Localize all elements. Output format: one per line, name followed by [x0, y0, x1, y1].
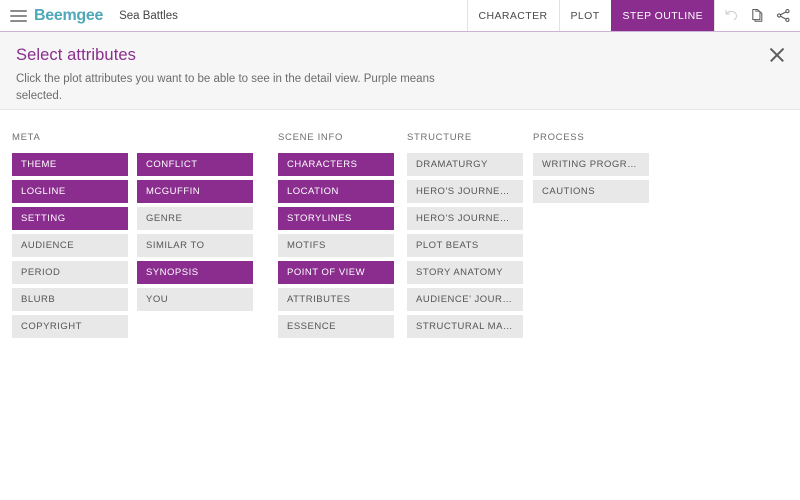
group-columns-meta: THEME LOGLINE SETTING AUDIENCE PERIOD BL… [12, 153, 253, 338]
meta-column-2: CONFLICT MCGUFFIN GENRE SIMILAR TO SYNOP… [137, 153, 253, 338]
attribute-point-of-view[interactable]: POINT OF VIEW [278, 261, 394, 284]
group-columns-scene-info: CHARACTERS LOCATION STORYLINES MOTIFS PO… [278, 153, 394, 338]
group-title-scene-info: SCENE INFO [278, 132, 344, 143]
hamburger-bar [9, 9, 27, 12]
attribute-characters[interactable]: CHARACTERS [278, 153, 394, 176]
attribute-heros-journey-new[interactable]: HERO'S JOURNEY (NEW) [407, 180, 523, 203]
attribute-storylines[interactable]: STORYLINES [278, 207, 394, 230]
attribute-cautions[interactable]: CAUTIONS [533, 180, 649, 203]
top-bar: Beemgee Sea Battles CHARACTER PLOT STEP … [0, 0, 800, 32]
attribute-genre[interactable]: GENRE [137, 207, 253, 230]
scene-info-column-1: CHARACTERS LOCATION STORYLINES MOTIFS PO… [278, 153, 394, 338]
hamburger-menu-icon[interactable] [0, 0, 34, 31]
attribute-structural-markers[interactable]: STRUCTURAL MARKERS [407, 315, 523, 338]
attribute-story-anatomy[interactable]: STORY ANATOMY [407, 261, 523, 284]
undo-icon[interactable] [723, 7, 740, 24]
hamburger-bar [9, 19, 27, 22]
page-title: Select attributes [16, 46, 137, 64]
structure-column-1: DRAMATURGY HERO'S JOURNEY (NEW) HERO'S J… [407, 153, 523, 338]
group-columns-structure: DRAMATURGY HERO'S JOURNEY (NEW) HERO'S J… [407, 153, 523, 338]
group-title-structure: STRUCTURE [407, 132, 472, 143]
tab-plot[interactable]: PLOT [558, 0, 611, 31]
attribute-audience-journey[interactable]: AUDIENCE' JOURNEY [407, 288, 523, 311]
hamburger-bar [9, 14, 27, 17]
attribute-theme[interactable]: THEME [12, 153, 128, 176]
attribute-motifs[interactable]: MOTIFS [278, 234, 394, 257]
attribute-audience[interactable]: AUDIENCE [12, 234, 128, 257]
attribute-setting[interactable]: SETTING [12, 207, 128, 230]
group-columns-process: WRITING PROGRESS CAUTIONS [533, 153, 649, 203]
meta-column-1: THEME LOGLINE SETTING AUDIENCE PERIOD BL… [12, 153, 128, 338]
copy-document-icon[interactable] [749, 7, 766, 24]
close-icon[interactable] [766, 44, 788, 66]
app-root: Beemgee Sea Battles CHARACTER PLOT STEP … [0, 0, 800, 500]
attribute-group-process: PROCESS WRITING PROGRESS CAUTIONS [533, 132, 649, 203]
tab-character[interactable]: CHARACTER [466, 0, 559, 31]
brand-logo[interactable]: Beemgee [34, 0, 119, 31]
attribute-you[interactable]: YOU [137, 288, 253, 311]
attribute-mcguffin[interactable]: MCGUFFIN [137, 180, 253, 203]
attribute-attributes[interactable]: ATTRIBUTES [278, 288, 394, 311]
tab-step-outline[interactable]: STEP OUTLINE [610, 0, 714, 31]
attribute-synopsis[interactable]: SYNOPSIS [137, 261, 253, 284]
attribute-group-scene-info: SCENE INFO CHARACTERS LOCATION STORYLINE… [278, 132, 394, 338]
panel-header: Select attributes Click the plot attribu… [0, 32, 800, 110]
attribute-logline[interactable]: LOGLINE [12, 180, 128, 203]
attribute-period[interactable]: PERIOD [12, 261, 128, 284]
attribute-heros-journey-classic[interactable]: HERO'S JOURNEY (CLASSIC) [407, 207, 523, 230]
attribute-writing-progress[interactable]: WRITING PROGRESS [533, 153, 649, 176]
attribute-copyright[interactable]: COPYRIGHT [12, 315, 128, 338]
topbar-icon-group [714, 0, 800, 31]
attribute-group-structure: STRUCTURE DRAMATURGY HERO'S JOURNEY (NEW… [407, 132, 523, 338]
attribute-conflict[interactable]: CONFLICT [137, 153, 253, 176]
share-icon[interactable] [775, 7, 792, 24]
panel-subtitle: Click the plot attributes you want to be… [16, 73, 435, 102]
group-title-process: PROCESS [533, 132, 585, 143]
nav-tabs: CHARACTER PLOT STEP OUTLINE [466, 0, 714, 31]
process-column-1: WRITING PROGRESS CAUTIONS [533, 153, 649, 203]
attribute-dramaturgy[interactable]: DRAMATURGY [407, 153, 523, 176]
attribute-location[interactable]: LOCATION [278, 180, 394, 203]
attribute-group-meta: META THEME LOGLINE SETTING AUDIENCE PERI… [12, 132, 253, 338]
attribute-blurb[interactable]: BLURB [12, 288, 128, 311]
attribute-essence[interactable]: ESSENCE [278, 315, 394, 338]
group-title-meta: META [12, 132, 41, 143]
attribute-plot-beats[interactable]: PLOT BEATS [407, 234, 523, 257]
attribute-similar-to[interactable]: SIMILAR TO [137, 234, 253, 257]
attribute-groups: META THEME LOGLINE SETTING AUDIENCE PERI… [0, 110, 800, 338]
document-title[interactable]: Sea Battles [119, 0, 178, 31]
